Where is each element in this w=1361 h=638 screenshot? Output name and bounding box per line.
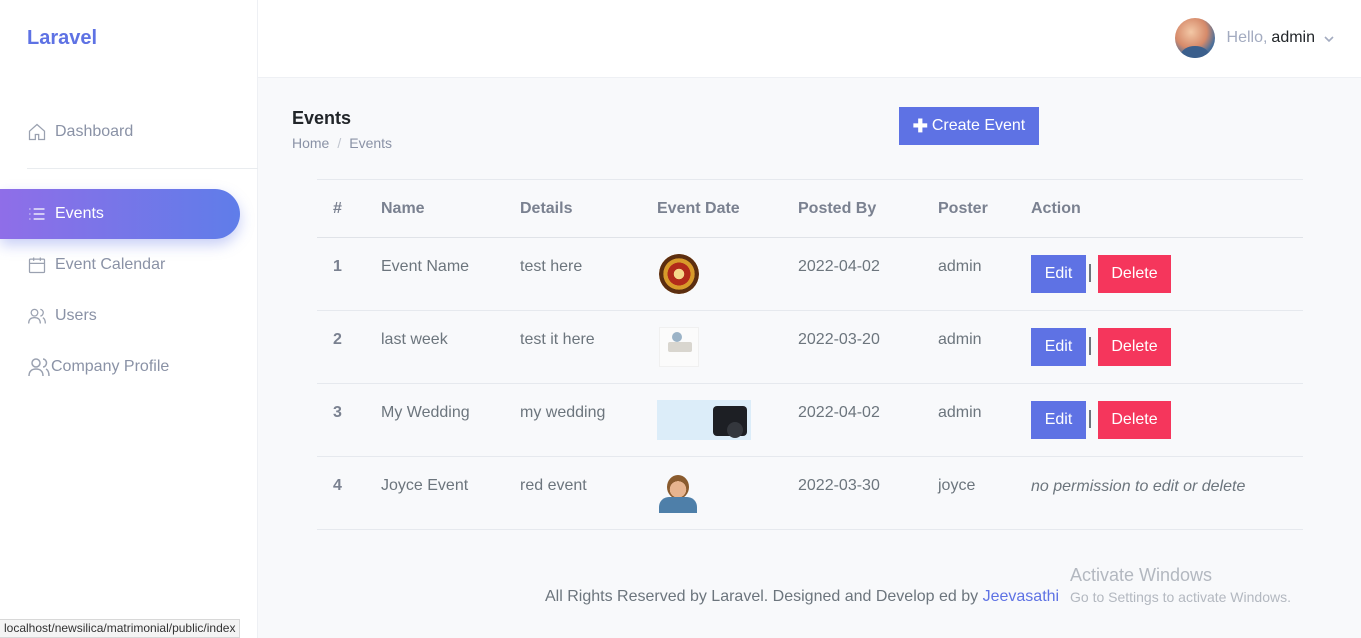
footer: All Rights Reserved by Laravel. Designed…: [545, 588, 1059, 606]
top-header: Hello, admin: [258, 0, 1361, 78]
event-poster: joyce: [938, 477, 976, 494]
event-name: Event Name: [381, 258, 470, 275]
users-group-icon: [27, 357, 51, 377]
footer-text: All Rights Reserved by Laravel. Designed…: [545, 588, 979, 605]
username: admin: [1271, 29, 1315, 46]
home-icon: [27, 122, 47, 142]
event-poster: admin: [938, 331, 982, 348]
sidebar-item-label: Users: [55, 307, 97, 324]
sidebar-item-events[interactable]: Events: [0, 189, 240, 239]
event-date: 2022-04-02: [798, 404, 880, 421]
sidebar-item-label: Event Calendar: [55, 256, 166, 273]
action-divider: [1089, 410, 1091, 428]
sidebar-item-company-profile[interactable]: Company Profile: [0, 342, 240, 392]
event-image-thumbnail: [659, 327, 699, 367]
column-header: Action: [1031, 200, 1081, 217]
event-details: test it here: [520, 331, 595, 348]
table-row: 3 My Wedding my wedding 2022-04-02 admin…: [317, 384, 1303, 457]
event-details: test here: [520, 258, 583, 275]
row-number: 4: [333, 477, 342, 494]
sidebar-item-label: Events: [55, 205, 104, 222]
action-divider: [1089, 264, 1091, 282]
column-header: Event Date: [657, 200, 740, 217]
table-row: 1 Event Name test here 2022-04-02 admin …: [317, 238, 1303, 311]
event-poster: admin: [938, 404, 982, 421]
users-icon: [27, 306, 47, 326]
edit-button[interactable]: Edit: [1031, 328, 1086, 366]
sidebar-item-users[interactable]: Users: [0, 291, 240, 341]
windows-activation-subtitle: Go to Settings to activate Windows.: [1070, 589, 1291, 605]
edit-button[interactable]: Edit: [1031, 255, 1086, 293]
column-header: Details: [520, 200, 573, 217]
event-image-thumbnail: [657, 400, 751, 440]
event-date: 2022-03-30: [798, 477, 880, 494]
row-number: 3: [333, 404, 342, 421]
event-details: red event: [520, 477, 587, 494]
event-image-thumbnail: [659, 254, 699, 294]
footer-link[interactable]: Jeevasathi: [983, 588, 1060, 605]
sidebar-divider: [27, 168, 258, 169]
table-header-row: # Name Details Event Date Posted By Post…: [317, 180, 1303, 238]
row-number: 2: [333, 331, 342, 348]
edit-button[interactable]: Edit: [1031, 401, 1086, 439]
delete-button[interactable]: Delete: [1098, 401, 1171, 439]
breadcrumb-home[interactable]: Home: [292, 135, 329, 151]
calendar-icon: [27, 255, 47, 275]
sidebar-item-event-calendar[interactable]: Event Calendar: [0, 240, 240, 290]
row-number: 1: [333, 258, 342, 275]
breadcrumb: Home / Events: [292, 135, 392, 151]
sidebar: Laravel Dashboard Events Event Calendar …: [0, 0, 258, 638]
breadcrumb-separator: /: [337, 135, 342, 151]
brand-logo[interactable]: Laravel: [27, 27, 97, 50]
page-title: Events: [292, 108, 352, 128]
user-menu[interactable]: Hello, admin: [1174, 18, 1335, 58]
windows-activation-title: Activate Windows: [1070, 565, 1213, 585]
sidebar-item-label: Company Profile: [51, 358, 170, 375]
table-row: 2 last week test it here 2022-03-20 admi…: [317, 311, 1303, 384]
avatar[interactable]: [1174, 18, 1215, 58]
create-event-label: Create Event: [931, 117, 1026, 134]
event-name: last week: [381, 331, 448, 348]
column-header: Posted By: [798, 200, 877, 217]
event-image-thumbnail: [657, 473, 703, 513]
sidebar-item-label: Dashboard: [55, 123, 134, 140]
breadcrumb-current: Events: [349, 135, 393, 151]
event-name: My Wedding: [381, 404, 470, 421]
table-row: 4 Joyce Event red event 2022-03-30 joyce…: [317, 457, 1303, 530]
event-date: 2022-04-02: [798, 258, 880, 275]
events-table: # Name Details Event Date Posted By Post…: [317, 179, 1303, 530]
plus-icon: ✚: [912, 115, 928, 136]
sidebar-item-dashboard[interactable]: Dashboard: [0, 107, 240, 157]
event-date: 2022-03-20: [798, 331, 880, 348]
create-event-button[interactable]: ✚ Create Event: [899, 107, 1039, 145]
delete-button[interactable]: Delete: [1098, 328, 1171, 366]
action-divider: [1089, 337, 1091, 355]
column-header: #: [333, 200, 342, 217]
column-header: Poster: [938, 200, 988, 217]
event-details: my wedding: [520, 404, 606, 421]
delete-button[interactable]: Delete: [1098, 255, 1171, 293]
no-permission-text: no permission to edit or delete: [1031, 478, 1246, 495]
column-header: Name: [381, 200, 425, 217]
chevron-down-icon[interactable]: [1323, 32, 1335, 44]
list-icon: [27, 204, 47, 224]
status-bar-url: localhost/newsilica/matrimonial/public/i…: [0, 619, 241, 638]
event-poster: admin: [938, 258, 982, 275]
greeting-text: Hello,: [1226, 29, 1268, 46]
event-name: Joyce Event: [381, 477, 469, 494]
